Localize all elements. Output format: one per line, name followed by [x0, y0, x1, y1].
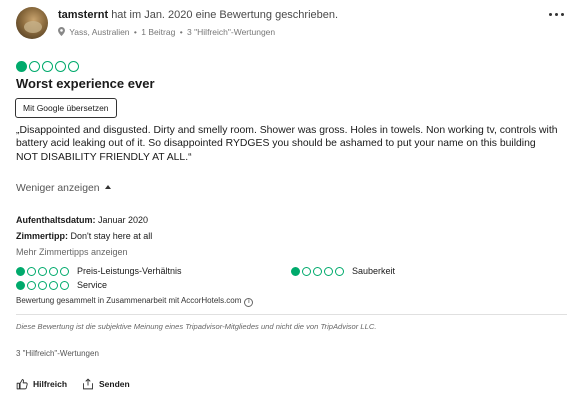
review-action-text: hat im Jan. 2020 eine Bewertung geschrie… [111, 9, 339, 21]
collected-note: Bewertung gesammelt in Zusammenarbeit mi… [16, 296, 254, 307]
reviewer-meta: Yass, Australien • 1 Beitrag • 3 "Hilfre… [58, 27, 275, 37]
sub-rating-label: Preis-Leistungs-Verhältnis [77, 266, 182, 276]
info-icon[interactable]: i [244, 298, 254, 307]
helpful-button[interactable]: Hilfreich [16, 378, 67, 390]
bubble-empty-icon [335, 266, 344, 276]
share-button[interactable]: Senden [82, 378, 130, 390]
bubble-empty-icon [55, 61, 66, 72]
meta-separator: • [133, 27, 137, 37]
collected-note-text: Bewertung gesammelt in Zusammenarbeit mi… [16, 296, 242, 305]
avatar[interactable] [16, 7, 48, 39]
reviewer-location: Yass, Australien [69, 27, 130, 37]
bubble-empty-icon [313, 266, 322, 276]
review-text: „Disappointed and disgusted. Dirty and s… [16, 125, 558, 150]
caret-up-icon [104, 185, 111, 189]
map-pin-icon [58, 27, 65, 36]
room-tip-label: Zimmertipp: [16, 231, 69, 241]
share-icon [83, 378, 93, 390]
helpful-count: 3 "Hilfreich"-Wertungen [16, 349, 99, 358]
rating-bubbles [291, 266, 344, 276]
stay-date: Aufenthaltsdatum: Januar 2020 [16, 215, 148, 225]
rating-bubbles [16, 61, 79, 72]
bubble-filled-icon [16, 280, 25, 290]
bubble-empty-icon [60, 266, 69, 276]
bubble-empty-icon [49, 280, 58, 290]
room-tip: Zimmertipp: Don't stay here at all [16, 231, 152, 241]
bubble-filled-icon [291, 266, 300, 276]
show-less-link[interactable]: Weniger anzeigen [16, 183, 111, 194]
share-label: Senden [99, 379, 130, 389]
sub-rating-label: Sauberkeit [352, 266, 396, 276]
reviewer-helpful-votes: 3 "Hilfreich"-Wertungen [187, 27, 276, 37]
reviewer-line: tamsternt hat im Jan. 2020 eine Bewertun… [58, 9, 338, 21]
rating-bubbles [16, 280, 69, 290]
bubble-empty-icon [68, 61, 79, 72]
translate-button[interactable]: Mit Google übersetzen [15, 98, 117, 118]
meta-separator: • [179, 27, 183, 37]
bubble-empty-icon [42, 61, 53, 72]
review-body: „Disappointed and disgusted. Dirty and s… [16, 124, 571, 164]
bubble-empty-icon [60, 280, 69, 290]
review-text-last: NOT DISABILITY FRIENDLY AT ALL.“ [16, 151, 192, 163]
bubble-empty-icon [38, 266, 47, 276]
thumbs-up-icon [16, 379, 28, 390]
more-room-tips-link[interactable]: Mehr Zimmertipps anzeigen [16, 247, 128, 257]
bubble-empty-icon [302, 266, 311, 276]
bubble-empty-icon [29, 61, 40, 72]
show-less-label: Weniger anzeigen [16, 183, 100, 194]
sub-rating-service: Service [16, 280, 107, 290]
bubble-empty-icon [27, 280, 36, 290]
review-rating [16, 59, 79, 77]
bubble-empty-icon [38, 280, 47, 290]
room-tip-value: Don't stay here at all [70, 231, 153, 241]
bubble-empty-icon [27, 266, 36, 276]
helpful-label: Hilfreich [33, 379, 68, 389]
bubble-filled-icon [16, 61, 27, 72]
review-header: tamsternt hat im Jan. 2020 eine Bewertun… [16, 6, 566, 42]
rating-bubbles [16, 266, 69, 276]
sub-rating-value: Preis-Leistungs-Verhältnis [16, 266, 182, 276]
divider [16, 314, 567, 315]
sub-rating-cleanliness: Sauberkeit [291, 266, 395, 276]
sub-rating-label: Service [77, 280, 108, 290]
stay-date-label: Aufenthaltsdatum: [16, 215, 96, 225]
bubble-filled-icon [16, 266, 25, 276]
disclaimer: Diese Bewertung ist die subjektive Meinu… [16, 322, 377, 331]
reviewer-contributions: 1 Beitrag [141, 27, 176, 37]
reviewer-username[interactable]: tamsternt [58, 9, 108, 21]
bubble-empty-icon [49, 266, 58, 276]
stay-date-value: Januar 2020 [98, 215, 149, 225]
review-title[interactable]: Worst experience ever [16, 76, 155, 91]
more-dots-icon[interactable] [546, 8, 566, 22]
bubble-empty-icon [324, 266, 333, 276]
